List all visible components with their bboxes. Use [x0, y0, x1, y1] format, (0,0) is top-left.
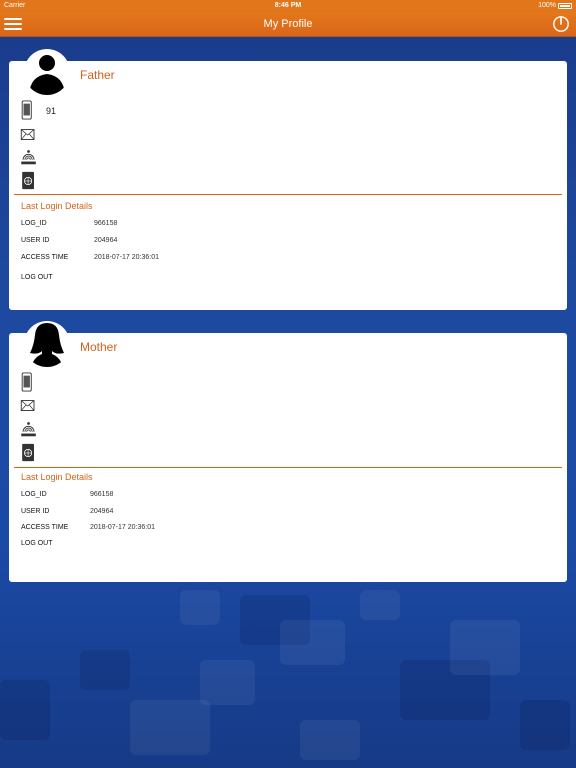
female-avatar-icon — [24, 321, 70, 367]
clock: 8:46 PM — [274, 2, 302, 9]
user-id-label: USER ID — [21, 508, 50, 515]
battery-percent: 100% — [538, 2, 556, 9]
section-divider — [14, 194, 562, 195]
last-login-title: Last Login Details — [21, 201, 93, 211]
male-avatar-icon — [24, 49, 70, 95]
battery-status: 100% — [538, 0, 572, 12]
aadhaar-icon — [21, 422, 36, 437]
power-icon[interactable] — [552, 15, 570, 33]
access-time-value: 2018-07-17 20:36:01 — [90, 524, 155, 531]
user-id-value: 204964 — [94, 237, 118, 244]
log-id-value: 966158 — [94, 220, 118, 227]
last-login-title: Last Login Details — [21, 472, 93, 482]
status-bar: Carrier 8:46 PM 100% — [0, 0, 576, 12]
log-id-label: LOG_ID — [21, 220, 47, 227]
profile-name: Father — [80, 68, 115, 82]
profile-card-father: Father 91 Last Login Details LOG_ID 9661… — [9, 49, 567, 310]
nav-bar: My Profile — [0, 12, 576, 37]
access-time-label: ACCESS TIME — [21, 524, 69, 531]
email-icon — [20, 129, 35, 140]
section-divider — [14, 467, 562, 468]
user-id-label: USER ID — [21, 237, 50, 244]
phone-icon — [21, 372, 32, 392]
logout-button[interactable]: LOG OUT — [21, 274, 53, 281]
log-id-label: LOG_ID — [21, 491, 47, 498]
user-id-value: 204964 — [90, 508, 114, 515]
page-title: My Profile — [263, 18, 313, 30]
phone-icon — [21, 100, 32, 120]
phone-value: 91 — [46, 106, 57, 116]
passport-icon — [22, 171, 34, 190]
profile-card-mother: Mother Last Login Details LOG_ID 966158 … — [9, 321, 567, 582]
passport-icon — [22, 443, 34, 462]
log-id-value: 966158 — [90, 491, 114, 498]
profile-name: Mother — [80, 340, 118, 354]
battery-icon — [558, 3, 572, 9]
email-icon — [20, 400, 35, 411]
logout-button[interactable]: LOG OUT — [21, 540, 53, 547]
access-time-value: 2018-07-17 20:36:01 — [94, 254, 159, 261]
access-time-label: ACCESS TIME — [21, 254, 69, 261]
aadhaar-icon — [21, 150, 36, 165]
